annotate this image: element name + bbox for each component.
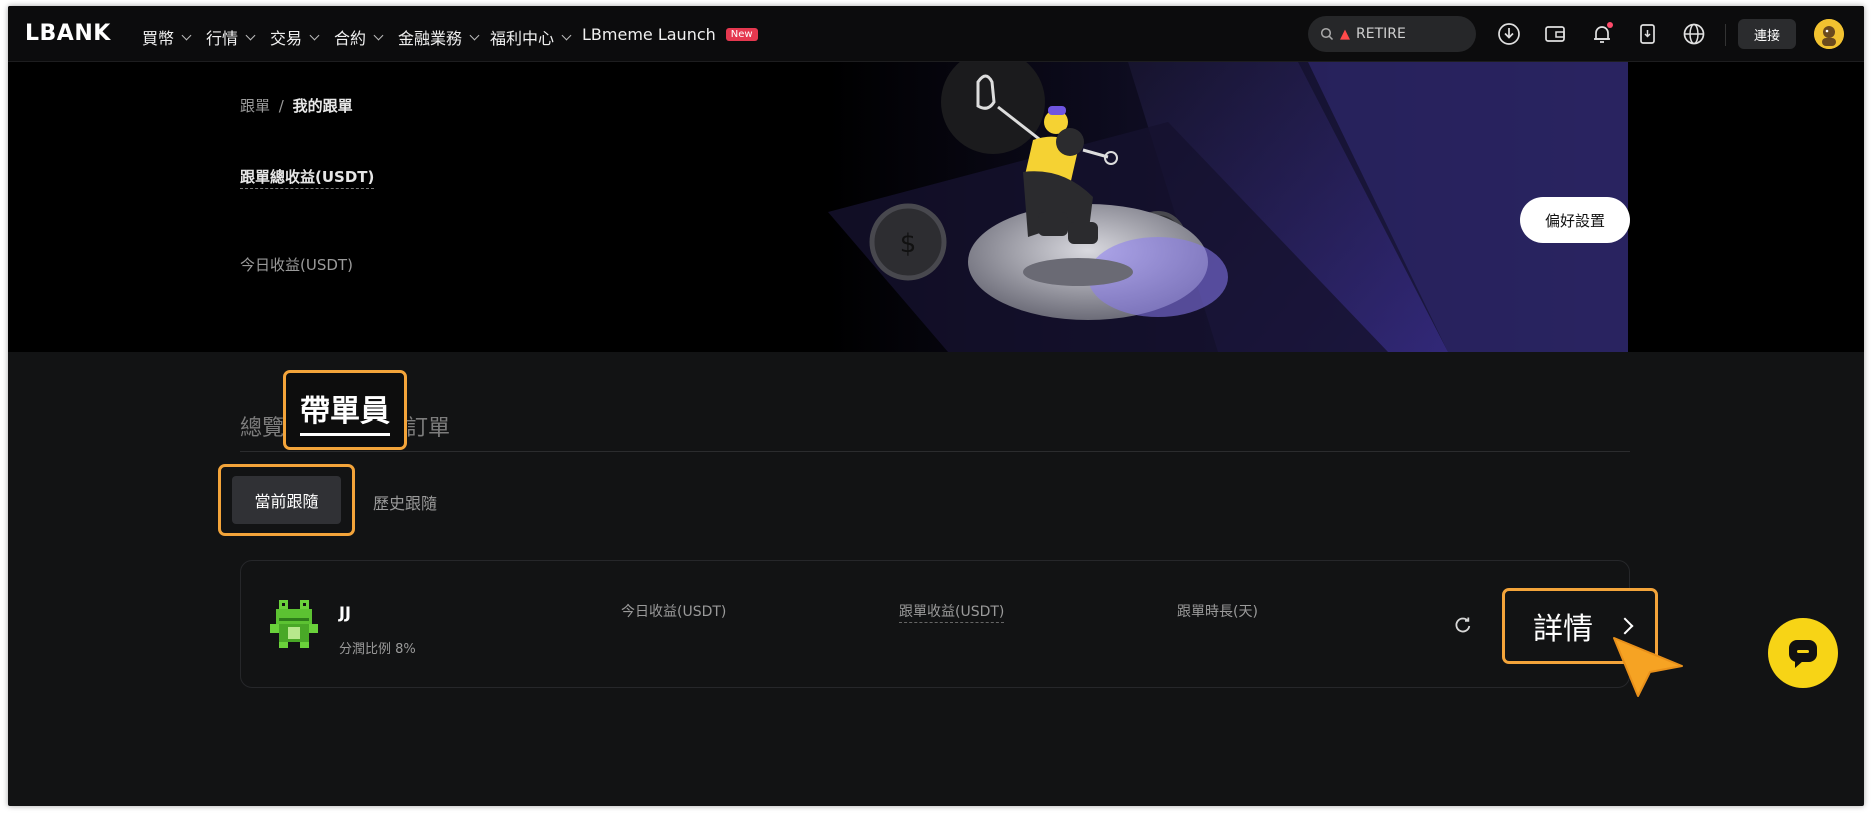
app-download-icon[interactable]	[1635, 21, 1661, 47]
chevron-down-icon	[309, 30, 320, 40]
tab-divider	[240, 451, 1630, 452]
nav-futures[interactable]: 合約	[334, 25, 384, 49]
trader-name[interactable]: JJ	[339, 603, 351, 622]
refresh-icon[interactable]	[1453, 615, 1473, 635]
hero-banner: $ 跟單 / 我的跟單 跟單總收益(USDT) 今日收益(USDT) 偏好設置	[8, 62, 1864, 352]
user-avatar[interactable]	[1814, 19, 1844, 49]
lbank-logo[interactable]: LBANK	[25, 21, 111, 46]
notification-dot	[1607, 22, 1613, 28]
breadcrumb-parent-link[interactable]: 跟單	[240, 97, 270, 115]
globe-language-icon[interactable]	[1681, 21, 1707, 47]
nav-markets[interactable]: 行情	[206, 25, 256, 49]
chevron-right-icon	[1616, 617, 1634, 635]
chevron-down-icon	[469, 30, 480, 40]
nav-trade-label: 交易	[270, 29, 303, 48]
today-profit-label: 今日收益(USDT)	[240, 256, 353, 274]
nav-rewards-center-label: 福利中心	[490, 29, 555, 48]
nav-trade[interactable]: 交易	[270, 25, 320, 49]
support-chat-button[interactable]	[1768, 618, 1838, 688]
app-window: LBANK 買幣 行情 交易 合約 金融業務 福利中心 LBmeme Launc…	[8, 6, 1864, 806]
search-icon	[1320, 27, 1334, 41]
tab-orders[interactable]: 訂單	[406, 410, 450, 442]
nav-finance-label: 金融業務	[398, 29, 463, 48]
download-icon[interactable]	[1496, 21, 1522, 47]
profit-share-ratio: 分潤比例 8%	[339, 642, 416, 657]
svg-text:$: $	[900, 229, 917, 259]
copy-trading-illustration: $	[828, 62, 1628, 352]
col-follow-profit-label: 跟單收益(USDT)	[899, 601, 1005, 623]
chat-bubble-icon	[1789, 640, 1817, 668]
nav-lbmeme-launch-label: LBmeme Launch	[582, 25, 716, 44]
nav-finance[interactable]: 金融業務	[398, 25, 480, 49]
connect-button[interactable]: 連接	[1738, 19, 1796, 49]
search-input[interactable]: ▲ RETIRE	[1308, 16, 1476, 52]
flame-icon: ▲	[1340, 26, 1350, 42]
nav-buy-crypto-label: 買幣	[142, 29, 175, 48]
trader-card: JJ 分潤比例 8% 今日收益(USDT) 跟單收益(USDT) 跟單時長(天)	[240, 560, 1630, 688]
tab-leader[interactable]: 帶單員	[283, 370, 407, 450]
tab-overview[interactable]: 總覽	[240, 410, 284, 442]
subtab-current-following-label: 當前跟隨	[232, 476, 341, 524]
nav-lbmeme-launch[interactable]: LBmeme Launch New	[582, 25, 758, 44]
nav-markets-label: 行情	[206, 29, 239, 48]
chevron-down-icon	[181, 30, 192, 40]
chevron-down-icon	[561, 30, 572, 40]
total-copy-profit-label: 跟單總收益(USDT)	[240, 166, 375, 189]
col-today-profit-label: 今日收益(USDT)	[621, 604, 727, 620]
subtab-current-following[interactable]: 當前跟隨	[218, 464, 355, 536]
chevron-down-icon	[373, 30, 384, 40]
breadcrumb-separator: /	[278, 97, 284, 115]
breadcrumb: 跟單 / 我的跟單	[240, 95, 353, 116]
col-follow-duration-label: 跟單時長(天)	[1177, 604, 1258, 620]
nav-rewards-center[interactable]: 福利中心	[490, 25, 572, 49]
active-tab-underline	[300, 433, 390, 436]
search-value: RETIRE	[1356, 26, 1406, 42]
top-navigation-bar: LBANK 買幣 行情 交易 合約 金融業務 福利中心 LBmeme Launc…	[8, 6, 1864, 62]
tab-leader-label: 帶單員	[300, 394, 390, 429]
nav-futures-label: 合約	[334, 29, 367, 48]
details-button-label: 詳情	[1533, 612, 1593, 647]
divider	[1725, 24, 1726, 46]
chevron-down-icon	[245, 30, 256, 40]
nav-buy-crypto[interactable]: 買幣	[142, 25, 192, 49]
subtab-history-following[interactable]: 歷史跟隨	[373, 490, 437, 514]
notification-bell-icon[interactable]	[1589, 21, 1615, 47]
new-badge: New	[725, 28, 758, 41]
wallet-icon[interactable]	[1542, 21, 1568, 47]
frog-avatar[interactable]	[267, 597, 321, 651]
preference-settings-button[interactable]: 偏好設置	[1520, 197, 1630, 243]
breadcrumb-current: 我的跟單	[292, 97, 353, 115]
pointer-arrow-icon	[1613, 637, 1683, 697]
